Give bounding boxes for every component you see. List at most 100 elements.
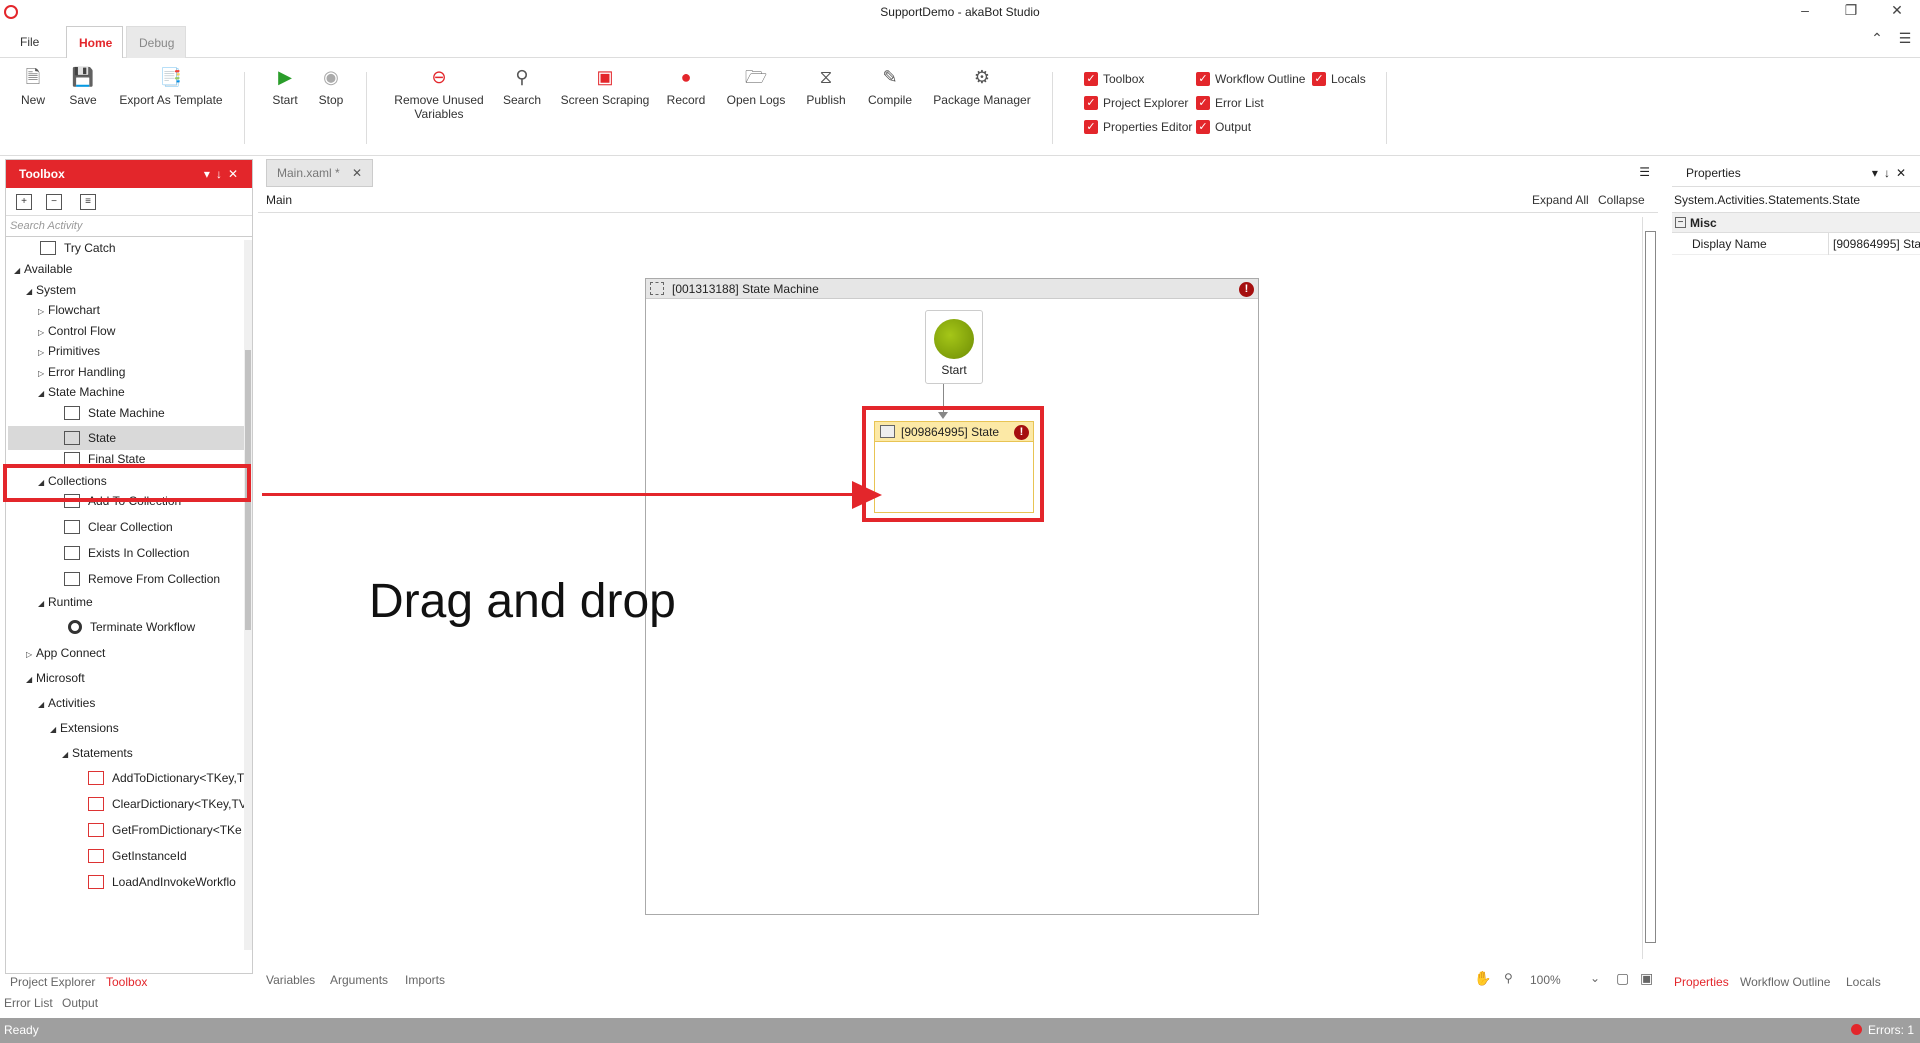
collapsed-icon: ▷ bbox=[38, 348, 45, 357]
tab-properties[interactable]: Properties bbox=[1674, 975, 1729, 989]
tab-list-icon[interactable]: ☰ bbox=[1639, 165, 1650, 179]
feedback-icon[interactable]: ☰ bbox=[1890, 30, 1920, 47]
tree-item-activities[interactable]: ◢ Activities bbox=[38, 696, 95, 710]
compile-button[interactable]: ✎ Compile bbox=[866, 66, 914, 107]
error-list-checkbox[interactable]: ✓ Error List bbox=[1196, 96, 1264, 110]
tab-imports[interactable]: Imports bbox=[405, 973, 445, 987]
search-activity-input[interactable]: Search Activity bbox=[6, 217, 252, 237]
tab-locals[interactable]: Locals bbox=[1846, 975, 1881, 989]
save-button[interactable]: 💾 Save bbox=[66, 66, 100, 107]
project-explorer-checkbox[interactable]: ✓ Project Explorer bbox=[1084, 96, 1188, 110]
tab-debug[interactable]: Debug bbox=[126, 26, 186, 58]
check-icon: ✓ bbox=[1196, 72, 1210, 86]
remove-unused-variables-button[interactable]: ⊖ Remove Unused Variables bbox=[394, 66, 484, 121]
tree-item-get-from-dictionary[interactable]: GetFromDictionary<TKe bbox=[88, 823, 242, 837]
package-manager-button[interactable]: ⚙ Package Manager bbox=[932, 66, 1032, 107]
output-checkbox[interactable]: ✓ Output bbox=[1196, 120, 1251, 134]
screen-scraping-icon: ▣ bbox=[596, 67, 614, 87]
toolbox-checkbox[interactable]: ✓ Toolbox bbox=[1084, 72, 1144, 86]
property-row-display-name: Display Name [909864995] Stat bbox=[1672, 233, 1920, 255]
expanded-icon: ◢ bbox=[38, 599, 45, 608]
workflow-outline-checkbox[interactable]: ✓ Workflow Outline bbox=[1196, 72, 1305, 86]
close-icon[interactable]: ✕ bbox=[1882, 2, 1912, 19]
expand-all-link[interactable]: Expand All bbox=[1532, 187, 1589, 213]
search-button[interactable]: ⚲ Search bbox=[502, 66, 542, 107]
tree-item-clear-dictionary[interactable]: ClearDictionary<TKey,TV bbox=[88, 797, 244, 811]
close-tab-icon[interactable]: ✕ bbox=[352, 160, 362, 186]
screen-scraping-button[interactable]: ▣ Screen Scraping bbox=[560, 66, 650, 107]
tree-item-load-and-invoke-workflow[interactable]: LoadAndInvokeWorkflo bbox=[88, 875, 236, 889]
tab-project-explorer[interactable]: Project Explorer bbox=[10, 975, 95, 989]
tree-item-flowchart[interactable]: ▷ Flowchart bbox=[38, 303, 100, 317]
drag-arrow-line bbox=[262, 493, 860, 496]
tab-home[interactable]: Home bbox=[66, 26, 123, 58]
canvas-scrollbar[interactable] bbox=[1642, 217, 1658, 959]
tree-item-control-flow[interactable]: ▷ Control Flow bbox=[38, 324, 115, 338]
record-button[interactable]: ● Record bbox=[666, 66, 706, 107]
error-count[interactable]: Errors: 1 bbox=[1850, 1018, 1914, 1043]
category-misc[interactable]: − Misc bbox=[1672, 213, 1920, 233]
tab-toolbox[interactable]: Toolbox bbox=[106, 975, 147, 989]
collection-icon bbox=[64, 572, 80, 586]
collapse-ribbon-icon[interactable]: ⌃ bbox=[1862, 30, 1892, 47]
properties-editor-checkbox[interactable]: ✓ Properties Editor bbox=[1084, 120, 1192, 134]
tab-workflow-outline[interactable]: Workflow Outline bbox=[1740, 975, 1830, 989]
start-node[interactable]: Start bbox=[925, 310, 983, 384]
tree-item-exists-in-collection[interactable]: Exists In Collection bbox=[64, 546, 189, 560]
toolbox-panel: Toolbox ▾↓✕ + − ≡ Search Activity Try Ca… bbox=[5, 159, 253, 974]
tree-item-get-instance-id[interactable]: GetInstanceId bbox=[88, 849, 187, 863]
tree-item-add-to-dictionary[interactable]: AddToDictionary<TKey,T bbox=[88, 771, 244, 785]
tree-item-terminate-workflow[interactable]: Terminate Workflow bbox=[68, 620, 195, 634]
tree-item-app-connect[interactable]: ▷ App Connect bbox=[26, 646, 105, 660]
minimize-icon[interactable]: – bbox=[1790, 2, 1820, 18]
error-icon[interactable]: ! bbox=[1239, 282, 1254, 297]
tree-item-primitives[interactable]: ▷ Primitives bbox=[38, 344, 100, 358]
tab-arguments[interactable]: Arguments bbox=[330, 973, 388, 987]
document-tab-main[interactable]: Main.xaml * ✕ bbox=[266, 159, 373, 187]
toolbox-toolbar: + − ≡ bbox=[6, 188, 252, 216]
tree-item-state-machine-group[interactable]: ◢ State Machine bbox=[38, 385, 125, 399]
zoom-level[interactable]: 100% bbox=[1530, 973, 1561, 987]
collapsed-icon: ▷ bbox=[38, 369, 45, 378]
fit-screen-icon[interactable]: ▢ bbox=[1616, 970, 1629, 987]
expand-all-icon[interactable]: + bbox=[16, 194, 32, 210]
new-button[interactable]: 🗎 New bbox=[16, 66, 50, 107]
tree-item-try-catch[interactable]: Try Catch bbox=[40, 241, 116, 255]
tree-item-statements[interactable]: ◢ Statements bbox=[62, 746, 133, 760]
overview-icon[interactable]: ▣ bbox=[1640, 970, 1653, 987]
collapse-icon[interactable]: − bbox=[1675, 217, 1686, 228]
tree-item-extensions[interactable]: ◢ Extensions bbox=[50, 721, 119, 735]
tree-item-microsoft[interactable]: ◢ Microsoft bbox=[26, 671, 85, 685]
tree-item-runtime[interactable]: ◢ Runtime bbox=[38, 595, 93, 609]
tab-file[interactable]: File bbox=[8, 26, 51, 58]
export-template-button[interactable]: 📑 Export As Template bbox=[116, 66, 226, 107]
open-logs-button[interactable]: 🗁 Open Logs bbox=[726, 66, 786, 107]
tab-variables[interactable]: Variables bbox=[266, 973, 315, 987]
tree-item-state-machine[interactable]: State Machine bbox=[64, 406, 165, 420]
state-machine-icon bbox=[650, 282, 664, 295]
tree-item-state[interactable]: State bbox=[8, 426, 244, 450]
zoom-search-icon[interactable]: ⚲ bbox=[1504, 971, 1513, 985]
tree-item-system[interactable]: ◢ System bbox=[26, 283, 76, 297]
stop-button[interactable]: ◉ Stop bbox=[316, 66, 346, 107]
record-icon: ● bbox=[680, 67, 692, 87]
tree-item-clear-collection[interactable]: Clear Collection bbox=[64, 520, 173, 534]
restore-icon[interactable]: ❐ bbox=[1836, 2, 1866, 19]
tab-output[interactable]: Output bbox=[62, 996, 98, 1010]
list-view-icon[interactable]: ≡ bbox=[80, 194, 96, 210]
tree-item-remove-from-collection[interactable]: Remove From Collection bbox=[64, 572, 220, 586]
tree-item-error-handling[interactable]: ▷ Error Handling bbox=[38, 365, 125, 379]
toolbox-scrollbar[interactable] bbox=[244, 240, 252, 950]
breadcrumb[interactable]: Main bbox=[258, 187, 1658, 213]
panel-controls-icon[interactable]: ▾↓✕ bbox=[204, 160, 244, 188]
start-button[interactable]: ▶ Start bbox=[270, 66, 300, 107]
pan-hand-icon[interactable]: ✋ bbox=[1474, 970, 1491, 987]
panel-controls-icon[interactable]: ▾↓✕ bbox=[1872, 159, 1912, 187]
collapse-all-icon[interactable]: − bbox=[46, 194, 62, 210]
zoom-dropdown-icon[interactable]: ⌄ bbox=[1590, 971, 1600, 985]
publish-button[interactable]: ⧖ Publish bbox=[804, 66, 848, 107]
tab-error-list[interactable]: Error List bbox=[4, 996, 53, 1010]
tree-item-available[interactable]: ◢ Available bbox=[14, 262, 72, 276]
display-name-value[interactable]: [909864995] Stat bbox=[1828, 233, 1920, 255]
locals-checkbox[interactable]: ✓ Locals bbox=[1312, 72, 1366, 86]
